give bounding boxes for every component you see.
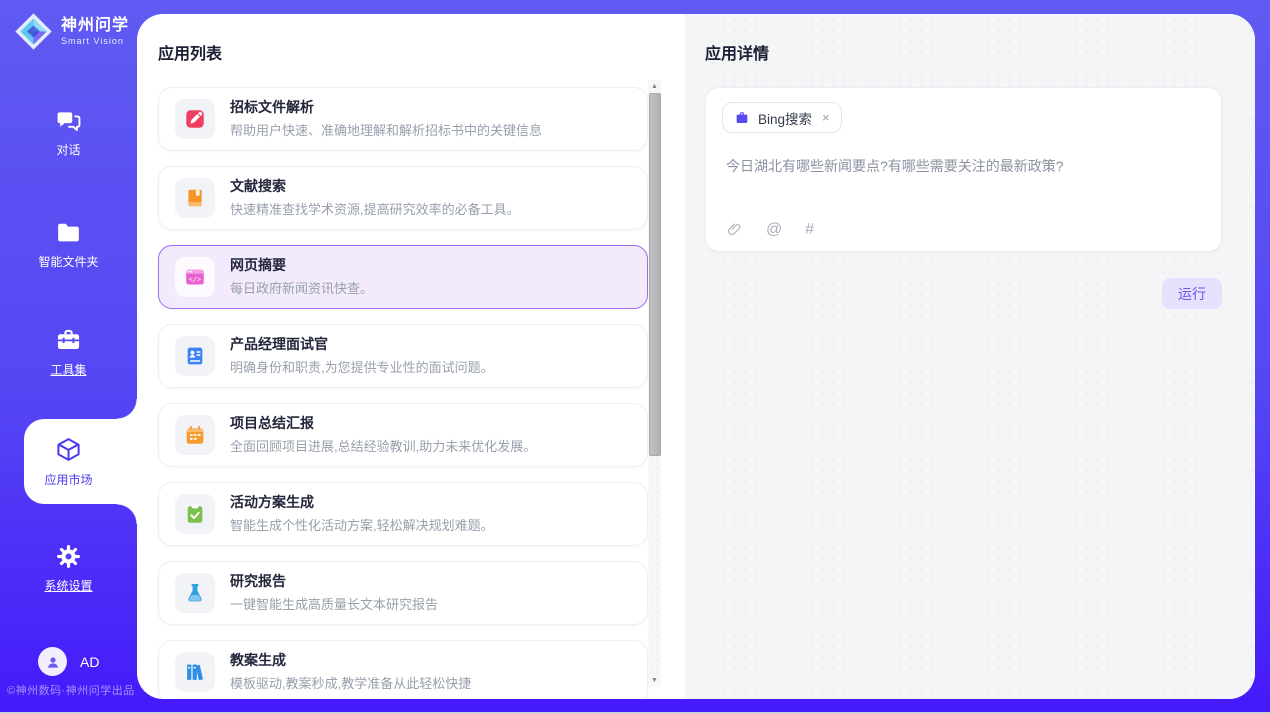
briefcase-icon xyxy=(734,110,750,126)
card-text: 研究报告一键智能生成高质量长文本研究报告 xyxy=(230,573,438,614)
card-text: 教案生成模板驱动,教案秒成,教学准备从此轻松快捷 xyxy=(230,652,471,693)
card-text: 网页摘要每日政府新闻资讯快查。 xyxy=(230,257,373,298)
sidebar: 神州问学 Smart Vision 对话智能文件夹工具集应用市场系统设置 AD … xyxy=(0,0,137,714)
card-title: 招标文件解析 xyxy=(230,99,542,116)
svg-text:</>: </> xyxy=(189,275,201,283)
sidebar-item-label: 对话 xyxy=(56,141,80,158)
card-description: 快速精准查找学术资源,提高研究效率的必备工具。 xyxy=(230,199,520,218)
user-avatar-icon xyxy=(38,647,67,676)
app-card-list: 招标文件解析帮助用户快速、准确地理解和解析招标书中的关键信息文献搜索快速精准查找… xyxy=(158,87,648,699)
toolbox-icon xyxy=(55,326,83,354)
sidebar-item-3[interactable]: 工具集 xyxy=(0,326,137,378)
clipboard-check-icon xyxy=(175,494,215,534)
sidebar-item-label: 工具集 xyxy=(50,361,86,378)
resume-icon xyxy=(175,336,215,376)
app-card-6[interactable]: 活动方案生成智能生成个性化活动方案,轻松解决规划难题。 xyxy=(158,482,648,546)
diamond-logo-icon xyxy=(13,11,54,52)
brand-name: 神州问学 xyxy=(61,17,129,35)
flask-icon xyxy=(175,573,215,613)
scroll-down-icon[interactable]: ▼ xyxy=(648,674,661,687)
card-text: 活动方案生成智能生成个性化活动方案,轻松解决规划难题。 xyxy=(230,494,494,535)
card-title: 文献搜索 xyxy=(230,178,520,195)
card-title: 网页摘要 xyxy=(230,257,373,274)
scrollbar-track[interactable] xyxy=(648,93,661,674)
chat-icon xyxy=(55,106,83,134)
prompt-input-card: Bing搜索 × 今日湖北有哪些新闻要点?有哪些需要关注的最新政策? @ # xyxy=(705,87,1222,252)
run-button[interactable]: 运行 xyxy=(1162,278,1222,309)
brand-subtitle: Smart Vision xyxy=(61,36,129,46)
card-description: 智能生成个性化活动方案,轻松解决规划难题。 xyxy=(230,515,494,534)
card-description: 一键智能生成高质量长文本研究报告 xyxy=(230,594,438,613)
card-text: 招标文件解析帮助用户快速、准确地理解和解析招标书中的关键信息 xyxy=(230,99,542,140)
bubble-fillet-bottom xyxy=(117,504,137,524)
card-text: 项目总结汇报全面回顾项目进展,总结经验教训,助力未来优化发展。 xyxy=(230,415,536,456)
tool-tag-bing-search[interactable]: Bing搜索 × xyxy=(722,102,842,133)
sidebar-item-1[interactable]: 对话 xyxy=(0,106,137,158)
card-title: 项目总结汇报 xyxy=(230,415,536,432)
sidebar-item-2[interactable]: 智能文件夹 xyxy=(0,218,137,270)
app-list-panel: 应用列表 招标文件解析帮助用户快速、准确地理解和解析招标书中的关键信息文献搜索快… xyxy=(137,14,685,699)
app-card-3[interactable]: </> 网页摘要每日政府新闻资讯快查。 xyxy=(158,245,648,309)
book-icon xyxy=(175,178,215,218)
gear-icon xyxy=(55,542,83,570)
sidebar-item-label: 系统设置 xyxy=(44,577,92,594)
card-text: 文献搜索快速精准查找学术资源,提高研究效率的必备工具。 xyxy=(230,178,520,219)
browser-code-icon: </> xyxy=(175,257,215,297)
tool-tag-label: Bing搜索 xyxy=(758,108,812,128)
hash-icon[interactable]: # xyxy=(805,222,814,238)
main-content: 应用列表 招标文件解析帮助用户快速、准确地理解和解析招标书中的关键信息文献搜索快… xyxy=(137,14,1255,699)
run-row: 运行 xyxy=(705,278,1222,309)
paperclip-icon[interactable] xyxy=(726,221,743,238)
card-title: 活动方案生成 xyxy=(230,494,494,511)
app-detail-title: 应用详情 xyxy=(705,40,1222,64)
at-icon[interactable]: @ xyxy=(766,222,782,238)
scrollbar[interactable]: ▲ ▼ xyxy=(648,80,661,687)
calendar-icon xyxy=(175,415,215,455)
sidebar-item-label: 应用市场 xyxy=(44,471,92,488)
folder-icon xyxy=(55,218,83,246)
app-card-1[interactable]: 招标文件解析帮助用户快速、准确地理解和解析招标书中的关键信息 xyxy=(158,87,648,151)
brand-logo: 神州问学 Smart Vision xyxy=(13,11,129,52)
books-icon xyxy=(175,652,215,692)
user-initials: AD xyxy=(80,654,99,670)
scroll-up-icon[interactable]: ▲ xyxy=(648,80,661,93)
cube-icon xyxy=(55,436,83,464)
sidebar-item-5[interactable]: 系统设置 xyxy=(0,542,137,594)
card-title: 教案生成 xyxy=(230,652,471,669)
card-text: 产品经理面试官明确身份和职责,为您提供专业性的面试问题。 xyxy=(230,336,494,377)
app-card-7[interactable]: 研究报告一键智能生成高质量长文本研究报告 xyxy=(158,561,648,625)
close-icon[interactable]: × xyxy=(822,110,830,125)
app-card-4[interactable]: 产品经理面试官明确身份和职责,为您提供专业性的面试问题。 xyxy=(158,324,648,388)
app-list-title: 应用列表 xyxy=(158,40,685,64)
prompt-text-input[interactable]: 今日湖北有哪些新闻要点?有哪些需要关注的最新政策? xyxy=(726,156,1201,177)
card-title: 产品经理面试官 xyxy=(230,336,494,353)
card-title: 研究报告 xyxy=(230,573,438,590)
app-detail-panel: 应用详情 Bing搜索 × 今日湖北有哪些新闻要点?有哪些需要关注的最新政策? … xyxy=(685,14,1255,699)
app-card-8[interactable]: 教案生成模板驱动,教案秒成,教学准备从此轻松快捷 xyxy=(158,640,648,699)
edit-icon xyxy=(175,99,215,139)
user-account[interactable]: AD xyxy=(38,647,99,676)
sidebar-item-label: 智能文件夹 xyxy=(38,253,98,270)
sidebar-item-4[interactable]: 应用市场 xyxy=(0,419,137,504)
scrollbar-thumb[interactable] xyxy=(649,93,661,456)
bubble-fillet-top xyxy=(117,399,137,419)
card-description: 帮助用户快速、准确地理解和解析招标书中的关键信息 xyxy=(230,120,542,139)
card-description: 全面回顾项目进展,总结经验教训,助力未来优化发展。 xyxy=(230,436,536,455)
copyright-footer: ©神州数码·神州问学出品 xyxy=(7,682,135,698)
attachment-toolbar: @ # xyxy=(726,221,814,238)
card-description: 每日政府新闻资讯快查。 xyxy=(230,278,373,297)
card-description: 模板驱动,教案秒成,教学准备从此轻松快捷 xyxy=(230,673,471,692)
app-card-2[interactable]: 文献搜索快速精准查找学术资源,提高研究效率的必备工具。 xyxy=(158,166,648,230)
app-card-5[interactable]: 项目总结汇报全面回顾项目进展,总结经验教训,助力未来优化发展。 xyxy=(158,403,648,467)
card-description: 明确身份和职责,为您提供专业性的面试问题。 xyxy=(230,357,494,376)
